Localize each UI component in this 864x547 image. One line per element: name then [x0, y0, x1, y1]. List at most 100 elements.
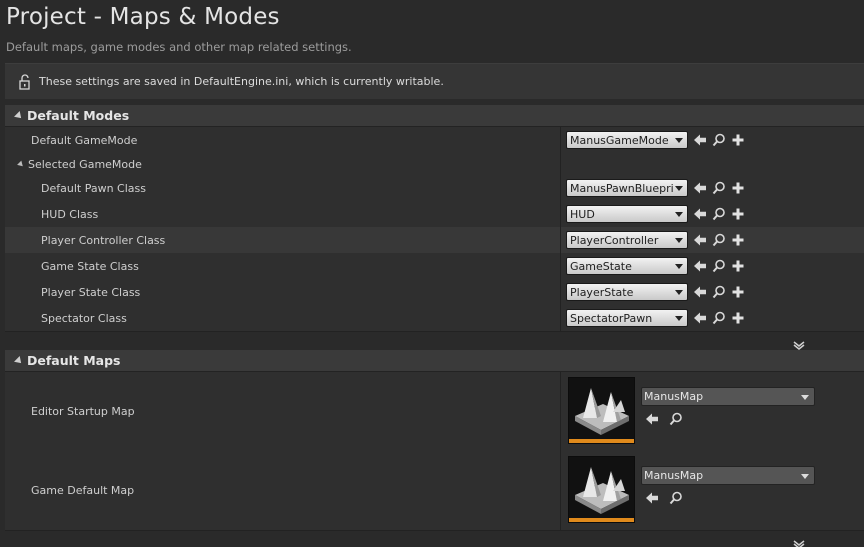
advanced-expand-strip[interactable]	[5, 331, 864, 350]
back-arrow-icon[interactable]	[693, 233, 707, 247]
hud-class-combo[interactable]: HUD	[566, 205, 688, 223]
selected-gamemode-value	[560, 153, 566, 175]
config-notice: These settings are saved in DefaultEngin…	[5, 63, 864, 99]
dropdown-arrow-icon	[675, 186, 683, 191]
map-thumbnail-art	[575, 467, 629, 514]
back-arrow-icon[interactable]	[693, 311, 707, 325]
map-tools	[645, 491, 693, 505]
add-plus-icon[interactable]	[731, 181, 745, 195]
row-value: ManusPawnBlueprint	[560, 175, 745, 201]
back-arrow-icon[interactable]	[645, 412, 659, 426]
player-state-class-combo[interactable]: PlayerState	[566, 283, 688, 301]
add-plus-icon[interactable]	[731, 285, 745, 299]
dropdown-arrow-icon	[675, 316, 683, 321]
row-value: PlayerState	[560, 279, 745, 305]
dropdown-arrow-icon	[675, 290, 683, 295]
back-arrow-icon[interactable]	[645, 491, 659, 505]
default-gamemode-row: Default GameMode ManusGameMode	[5, 127, 864, 153]
selected-gamemode-row[interactable]: Selected GameMode	[5, 153, 864, 175]
collapse-arrow-icon[interactable]	[14, 110, 24, 121]
dropdown-arrow-icon	[675, 212, 683, 217]
add-plus-icon[interactable]	[731, 259, 745, 273]
browse-search-icon[interactable]	[712, 207, 726, 221]
browse-search-icon[interactable]	[712, 133, 726, 147]
row-label: Spectator Class	[41, 311, 127, 325]
default-pawn-class-combo[interactable]: ManusPawnBlueprint	[566, 179, 688, 197]
combo-value: SpectatorPawn	[570, 311, 653, 325]
hud-class-row: HUD Class HUD	[5, 201, 864, 227]
combo-value: PlayerState	[570, 285, 634, 299]
default-maps-header[interactable]: Default Maps	[5, 350, 864, 372]
back-arrow-icon[interactable]	[693, 133, 707, 147]
combo-value: ManusPawnBlueprint	[570, 181, 674, 195]
browse-search-icon[interactable]	[669, 412, 683, 426]
game-state-class-combo[interactable]: GameState	[566, 257, 688, 275]
section-title: Default Maps	[27, 353, 121, 368]
row-value: SpectatorPawn	[560, 305, 745, 331]
map-thumbnail[interactable]	[568, 377, 635, 444]
spectator-class-combo[interactable]: SpectatorPawn	[566, 309, 688, 327]
asset-type-bar	[569, 518, 634, 522]
spectator-class-row: Spectator Class SpectatorPawn	[5, 305, 864, 331]
row-value: ManusMap	[560, 372, 815, 451]
browse-search-icon[interactable]	[712, 181, 726, 195]
editor-startup-map-combo[interactable]: ManusMap	[641, 387, 815, 406]
map-thumbnail[interactable]	[568, 456, 635, 523]
browse-search-icon[interactable]	[669, 491, 683, 505]
advanced-expand-strip[interactable]	[5, 530, 864, 547]
row-value: GameState	[560, 253, 745, 279]
game-state-class-row: Game State Class GameState	[5, 253, 864, 279]
add-plus-icon[interactable]	[731, 133, 745, 147]
player-controller-class-combo[interactable]: PlayerController	[566, 231, 688, 249]
browse-search-icon[interactable]	[712, 233, 726, 247]
back-arrow-icon[interactable]	[693, 207, 707, 221]
back-arrow-icon[interactable]	[693, 285, 707, 299]
page-title: Project - Maps & Modes	[6, 4, 280, 30]
browse-search-icon[interactable]	[712, 311, 726, 325]
page-subtitle: Default maps, game modes and other map r…	[6, 40, 352, 54]
default-modes-header[interactable]: Default Modes	[5, 105, 864, 127]
player-controller-class-row: Player Controller Class PlayerController	[5, 227, 864, 253]
collapse-arrow-icon[interactable]	[17, 160, 25, 168]
row-value: PlayerController	[560, 227, 745, 253]
row-label: HUD Class	[41, 207, 99, 221]
game-default-map-combo[interactable]: ManusMap	[641, 466, 815, 485]
row-label: Game State Class	[41, 259, 139, 273]
combo-value: ManusGameMode	[570, 133, 669, 147]
row-label: Game Default Map	[31, 484, 135, 497]
combo-value: ManusMap	[644, 390, 704, 403]
map-tools	[645, 412, 693, 426]
map-thumbnail-art	[575, 388, 629, 435]
add-plus-icon[interactable]	[731, 207, 745, 221]
browse-search-icon[interactable]	[712, 285, 726, 299]
collapse-arrow-icon[interactable]	[14, 355, 24, 366]
row-label: Editor Startup Map	[31, 405, 135, 418]
back-arrow-icon[interactable]	[693, 259, 707, 273]
browse-search-icon[interactable]	[712, 259, 726, 273]
default-pawn-class-row: Default Pawn Class ManusPawnBlueprint	[5, 175, 864, 201]
default-gamemode-combo[interactable]: ManusGameMode	[566, 131, 688, 149]
dropdown-arrow-icon	[675, 264, 683, 269]
player-state-class-row: Player State Class PlayerState	[5, 279, 864, 305]
default-modes-section: Default Modes Default GameMode ManusGame…	[5, 105, 864, 350]
row-value: HUD	[560, 201, 745, 227]
expand-advanced-icon[interactable]	[793, 534, 805, 547]
back-arrow-icon[interactable]	[693, 181, 707, 195]
add-plus-icon[interactable]	[731, 233, 745, 247]
combo-value: GameState	[570, 259, 632, 273]
row-value: ManusMap	[560, 451, 815, 530]
row-label: Player State Class	[41, 285, 141, 299]
row-label: Default Pawn Class	[41, 181, 146, 195]
dropdown-arrow-icon	[801, 395, 809, 400]
editor-startup-map-row: Editor Startup Map ManusMap	[5, 372, 864, 451]
combo-value: HUD	[570, 207, 595, 221]
game-default-map-row: Game Default Map ManusMap	[5, 451, 864, 530]
row-label: Player Controller Class	[41, 233, 166, 247]
default-gamemode-value: ManusGameMode	[560, 127, 745, 153]
default-gamemode-label: Default GameMode	[31, 133, 138, 147]
selected-gamemode-label: Selected GameMode	[28, 157, 142, 171]
add-plus-icon[interactable]	[731, 311, 745, 325]
asset-type-bar	[569, 439, 634, 443]
default-maps-section: Default Maps Editor Startup Map ManusMap	[5, 350, 864, 547]
dropdown-arrow-icon	[801, 474, 809, 479]
